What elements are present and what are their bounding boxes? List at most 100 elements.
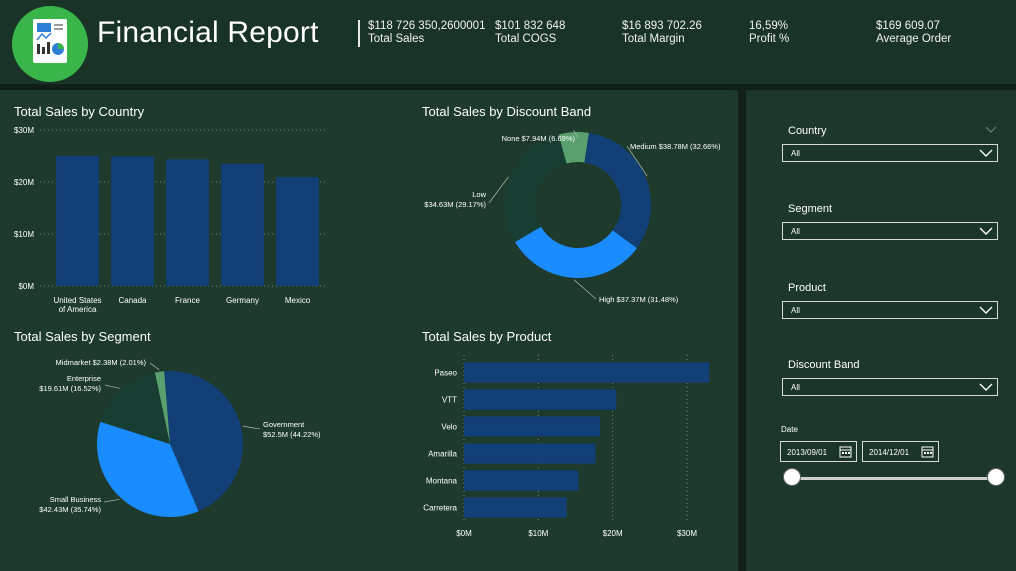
x-tick-label: Mexico: [285, 296, 311, 305]
bar[interactable]: [464, 470, 579, 491]
dropdown-value: All: [791, 149, 800, 158]
product-dropdown[interactable]: All: [782, 301, 998, 319]
kpi-divider: [358, 20, 360, 47]
dropdown-value: All: [791, 227, 800, 236]
x-tick-label: United States of America: [53, 296, 101, 314]
slice-label: Government: [263, 420, 305, 429]
segment-chart-title: Total Sales by Segment: [14, 329, 151, 344]
slice-label: Midmarket $2.38M (2.01%): [56, 358, 147, 367]
bar[interactable]: [56, 155, 99, 286]
x-tick-label: Germany: [226, 296, 259, 305]
discount-chart-title: Total Sales by Discount Band: [422, 104, 592, 119]
kpi-total-sales: $118 726 350,2600001 Total Sales: [368, 20, 485, 46]
x-tick-label: $30M: [677, 529, 697, 538]
bar[interactable]: [464, 362, 710, 383]
country-dropdown[interactable]: All: [782, 144, 998, 162]
chevron-down-icon: [979, 227, 993, 235]
leader-line: [242, 425, 261, 430]
discount-donut-chart[interactable]: None $7.94M (6.69%) Medium $38.78M (32.66…: [400, 120, 738, 320]
kpi-label: Total Sales: [368, 33, 425, 45]
page-title: Financial Report: [97, 16, 319, 49]
segment-dropdown[interactable]: All: [782, 222, 998, 240]
y-tick-label: $10M: [14, 230, 34, 239]
bar[interactable]: [464, 389, 617, 410]
bar[interactable]: [111, 156, 154, 286]
kpi-value: 16,59%: [749, 20, 789, 32]
dropdown-value: All: [791, 383, 800, 392]
slicer-label-discount-band: Discount Band: [788, 359, 860, 371]
product-chart-title: Total Sales by Product: [422, 329, 552, 344]
slice-label: Small Business: [50, 495, 102, 504]
donut-slice[interactable]: [505, 134, 567, 243]
end-date-value: 2014/12/01: [869, 448, 910, 457]
kpi-label: Average Order: [876, 33, 952, 45]
y-tick-label: Velo: [441, 423, 457, 432]
y-tick-label: $0M: [18, 282, 34, 291]
bar[interactable]: [166, 159, 209, 286]
chevron-down-icon: [979, 383, 993, 391]
y-tick-label: Carretera: [423, 504, 457, 513]
bar[interactable]: [276, 177, 319, 286]
country-chart-title: Total Sales by Country: [14, 104, 145, 119]
date-slider-start-handle[interactable]: [783, 468, 801, 486]
y-tick-label: Paseo: [434, 369, 457, 378]
slicer-label-country: Country: [788, 125, 827, 137]
calendar-icon[interactable]: [839, 445, 852, 458]
bar[interactable]: [464, 443, 596, 464]
calendar-icon[interactable]: [921, 445, 934, 458]
slice-label: $52.5M (44.22%): [263, 430, 321, 439]
kpi-value: $101 832 648: [495, 20, 566, 32]
y-tick-label: Montana: [426, 477, 458, 486]
kpi-value: $169 609.07: [876, 20, 940, 32]
date-slider-track[interactable]: [792, 477, 996, 480]
kpi-value: $118 726 350,2600001: [368, 20, 486, 32]
bar[interactable]: [221, 163, 264, 286]
date-slider-end-handle[interactable]: [987, 468, 1005, 486]
country-bar-chart[interactable]: $0M $10M $20M $30M United States of America Ca…: [0, 120, 340, 320]
x-tick-label: $20M: [603, 529, 623, 538]
segment-pie-chart[interactable]: Government$52.5M (44.22%) Small Business$…: [0, 345, 400, 571]
product-bar-chart[interactable]: $0M $10M $20M $30M Paseo VTT Velo Amarilla Monta…: [400, 345, 738, 571]
y-tick-label: Amarilla: [428, 450, 457, 459]
y-tick-label: VTT: [442, 396, 457, 405]
leader-line: [573, 279, 597, 300]
report-logo-icon: [12, 6, 88, 82]
slice-label: $42.43M (35.74%): [39, 505, 101, 514]
kpi-total-cogs: $101 832 648 Total COGS: [495, 20, 565, 46]
start-date-value: 2013/09/01: [787, 448, 828, 457]
slice-label: Low: [472, 190, 486, 199]
slice-label: Medium $38.78M (32.66%): [630, 142, 721, 151]
leader-line: [103, 499, 120, 503]
bar[interactable]: [464, 416, 601, 437]
kpi-profit-percent: 16,59% Profit %: [749, 20, 789, 46]
slice-label: High $37.37M (31.48%): [599, 295, 679, 304]
chevron-down-icon: [979, 306, 993, 314]
x-tick-label: Canada: [118, 296, 147, 305]
leader-line: [104, 384, 120, 389]
discount-band-dropdown[interactable]: All: [782, 378, 998, 396]
x-tick-label: $0M: [456, 529, 472, 538]
chevron-down-icon[interactable]: [985, 126, 997, 134]
y-tick-label: $30M: [14, 126, 34, 135]
x-tick-label: $10M: [528, 529, 548, 538]
dropdown-value: All: [791, 306, 800, 315]
kpi-label: Profit %: [749, 33, 790, 45]
slicer-label-product: Product: [788, 282, 826, 294]
bar[interactable]: [464, 497, 567, 518]
leader-line: [149, 362, 160, 371]
kpi-label: Total Margin: [622, 33, 685, 45]
kpi-average-order: $169 609.07 Average Order: [876, 20, 951, 46]
slice-label: $34.63M (29.17%): [424, 200, 486, 209]
kpi-label: Total COGS: [495, 33, 557, 45]
end-date-input[interactable]: 2014/12/01: [862, 441, 939, 462]
panel-gap: [738, 90, 746, 571]
date-label: Date: [781, 425, 798, 434]
slicer-label-segment: Segment: [788, 203, 833, 215]
chevron-down-icon: [979, 149, 993, 157]
x-tick-label: France: [175, 296, 200, 305]
kpi-total-margin: $16 893 702.26 Total Margin: [622, 20, 702, 46]
filters-panel: [746, 92, 1016, 571]
y-tick-label: $20M: [14, 178, 34, 187]
start-date-input[interactable]: 2013/09/01: [780, 441, 857, 462]
slice-label: None $7.94M (6.69%): [502, 134, 576, 143]
